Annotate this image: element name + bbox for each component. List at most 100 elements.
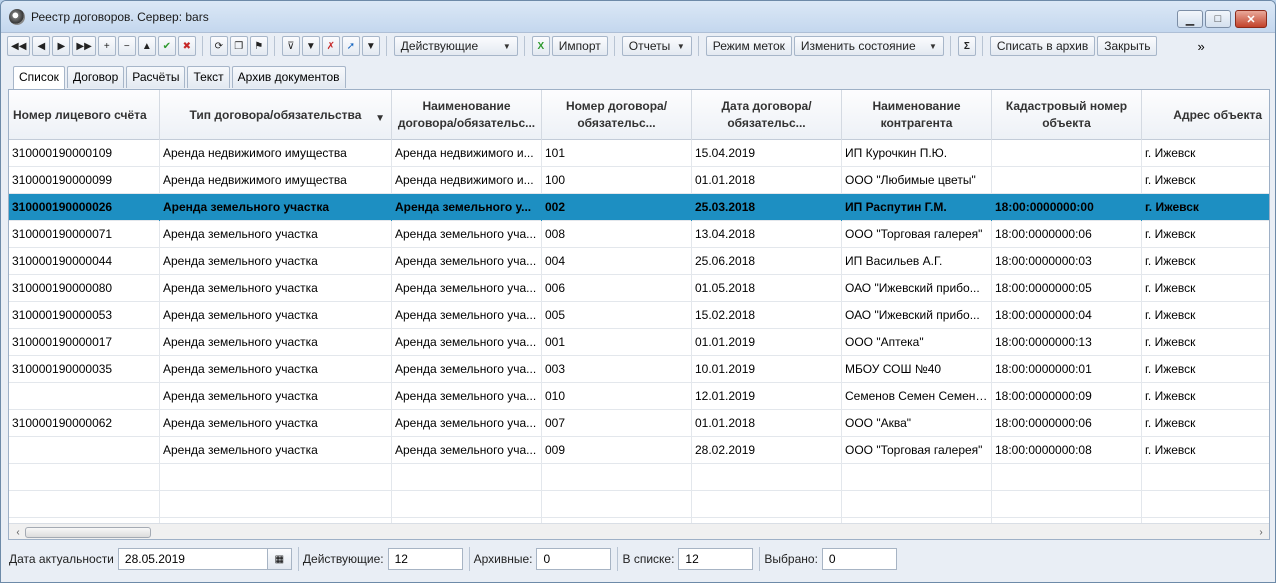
cell-account[interactable] (9, 464, 160, 491)
cell-party[interactable]: ООО "Аква" (842, 410, 992, 437)
column-header-number[interactable]: Номер договора/обязательс... (542, 90, 692, 140)
status-filter-select[interactable]: Действующие ▼ (393, 36, 518, 56)
clear-filter-icon[interactable]: ✗ (321, 36, 340, 56)
table-row[interactable]: 310000190000109 Аренда недвижимого имущес… (9, 140, 1269, 167)
cell-address[interactable]: г. Ижевск (1142, 221, 1269, 248)
cell-name[interactable]: Аренда земельного уча... (392, 302, 542, 329)
filter-dropdown-icon[interactable]: ▼ (301, 36, 320, 56)
cell-date[interactable]: 01.01.2018 (692, 167, 842, 194)
column-header-address[interactable]: Адрес объекта (1142, 90, 1269, 140)
cell-party[interactable]: ИП Распутин Г.М. (842, 194, 992, 221)
table-row[interactable]: 310000190000035 Аренда земельного участка… (9, 356, 1269, 383)
mark-mode-button[interactable]: Режим меток (705, 36, 792, 56)
cell-number[interactable] (542, 491, 692, 518)
cell-number[interactable]: 005 (542, 302, 692, 329)
cell-address[interactable]: г. Ижевск (1142, 410, 1269, 437)
cell-address[interactable]: г. Ижевск (1142, 383, 1269, 410)
cell-date[interactable]: 12.01.2019 (692, 383, 842, 410)
calendar-icon[interactable]: ▦ (267, 548, 292, 570)
column-header-date[interactable]: Дата договора/обязательс... (692, 90, 842, 140)
cell-party[interactable]: Семенов Семен Семено... (842, 383, 992, 410)
cell-type[interactable]: Аренда земельного участка (160, 194, 392, 221)
cell-cadastre[interactable]: 18:00:0000000:01 (992, 356, 1142, 383)
cell-number[interactable]: 004 (542, 248, 692, 275)
confirm-icon[interactable]: ✔ (157, 36, 176, 56)
scroll-right-icon[interactable]: › (1254, 525, 1268, 539)
scrollbar-thumb[interactable] (25, 527, 151, 538)
table-row[interactable]: 310000190000044 Аренда земельного участка… (9, 248, 1269, 275)
cell-name[interactable]: Аренда земельного уча... (392, 221, 542, 248)
cell-name[interactable]: Аренда земельного уча... (392, 329, 542, 356)
cell-address[interactable]: г. Ижевск (1142, 302, 1269, 329)
next-record-button[interactable]: ▶ (52, 36, 71, 56)
table-row[interactable]: 310000190000053 Аренда земельного участка… (9, 302, 1269, 329)
cell-party[interactable]: ООО "Аптека" (842, 329, 992, 356)
cell-name[interactable]: Аренда земельного уча... (392, 410, 542, 437)
cell-name[interactable]: Аренда земельного уча... (392, 437, 542, 464)
cell-type[interactable]: Аренда земельного участка (160, 275, 392, 302)
table-row[interactable]: 310000190000071 Аренда земельного участка… (9, 221, 1269, 248)
cell-type[interactable] (160, 491, 392, 518)
jump-dropdown-icon[interactable]: ▼ (361, 36, 380, 56)
cell-address[interactable]: г. Ижевск (1142, 437, 1269, 464)
table-row[interactable]: Аренда земельного участка Аренда земельно… (9, 383, 1269, 410)
cell-cadastre[interactable]: 18:00:0000000:05 (992, 275, 1142, 302)
toolbar-overflow-icon[interactable]: » (1197, 39, 1204, 54)
sum-icon[interactable]: Σ (957, 36, 976, 56)
tab-contract[interactable]: Договор (66, 66, 125, 88)
cell-account[interactable]: 310000190000026 (9, 194, 160, 221)
jump-icon[interactable]: ➚ (341, 36, 360, 56)
cell-account[interactable] (9, 491, 160, 518)
cell-type[interactable]: Аренда земельного участка (160, 356, 392, 383)
tab-document-archive[interactable]: Архив документов (231, 66, 346, 88)
cell-address[interactable]: г. Ижевск (1142, 248, 1269, 275)
cell-address[interactable]: г. Ижевск (1142, 275, 1269, 302)
cell-cadastre[interactable] (992, 167, 1142, 194)
change-state-dropdown[interactable]: Изменить состояние ▼ (793, 36, 944, 56)
cell-name[interactable]: Аренда земельного уча... (392, 275, 542, 302)
table-row[interactable]: 310000190000080 Аренда земельного участка… (9, 275, 1269, 302)
close-window-button[interactable]: ✕ (1235, 10, 1267, 28)
sort-descending-icon[interactable]: ▼ (375, 110, 385, 127)
cell-address[interactable]: г. Ижевск (1142, 167, 1269, 194)
scroll-left-icon[interactable]: ‹ (11, 525, 25, 539)
tab-list[interactable]: Список (13, 66, 65, 89)
cell-date[interactable]: 28.02.2019 (692, 437, 842, 464)
cell-party[interactable]: ООО "Любимые цветы" (842, 167, 992, 194)
close-button[interactable]: Закрыть (1097, 36, 1158, 56)
cell-number[interactable]: 008 (542, 221, 692, 248)
cell-cadastre[interactable]: 18:00:0000000:08 (992, 437, 1142, 464)
minimize-button[interactable]: ▁ (1177, 10, 1203, 28)
cell-type[interactable]: Аренда земельного участка (160, 221, 392, 248)
cell-account[interactable] (9, 437, 160, 464)
cell-account[interactable]: 310000190000017 (9, 329, 160, 356)
cell-type[interactable]: Аренда земельного участка (160, 383, 392, 410)
cell-address[interactable] (1142, 491, 1269, 518)
cell-name[interactable]: Аренда земельного уча... (392, 383, 542, 410)
cell-date[interactable] (692, 464, 842, 491)
tab-calculations[interactable]: Расчёты (126, 66, 186, 88)
cell-date[interactable]: 15.02.2018 (692, 302, 842, 329)
cell-account[interactable]: 310000190000071 (9, 221, 160, 248)
cell-party[interactable]: ИП Васильев А.Г. (842, 248, 992, 275)
cell-cadastre[interactable]: 18:00:0000000:09 (992, 383, 1142, 410)
cell-cadastre[interactable]: 18:00:0000000:06 (992, 410, 1142, 437)
cell-account[interactable]: 310000190000035 (9, 356, 160, 383)
cell-account[interactable] (9, 383, 160, 410)
cell-date[interactable] (692, 491, 842, 518)
cell-party[interactable]: ИП Курочкин П.Ю. (842, 140, 992, 167)
table-row[interactable] (9, 464, 1269, 491)
move-up-button[interactable]: ▲ (137, 36, 156, 56)
table-row[interactable]: 310000190000026 Аренда земельного участка… (9, 194, 1269, 221)
cell-cadastre[interactable] (992, 140, 1142, 167)
cell-cadastre[interactable] (992, 464, 1142, 491)
cell-date[interactable]: 15.04.2019 (692, 140, 842, 167)
excel-icon[interactable]: X (531, 36, 550, 56)
cell-number[interactable]: 009 (542, 437, 692, 464)
cell-address[interactable]: г. Ижевск (1142, 194, 1269, 221)
table-row[interactable]: 310000190000099 Аренда недвижимого имущес… (9, 167, 1269, 194)
cell-number[interactable] (542, 464, 692, 491)
cell-name[interactable]: Аренда земельного у... (392, 194, 542, 221)
cell-party[interactable]: ОАО "Ижевский прибо... (842, 275, 992, 302)
cell-name[interactable]: Аренда недвижимого и... (392, 167, 542, 194)
